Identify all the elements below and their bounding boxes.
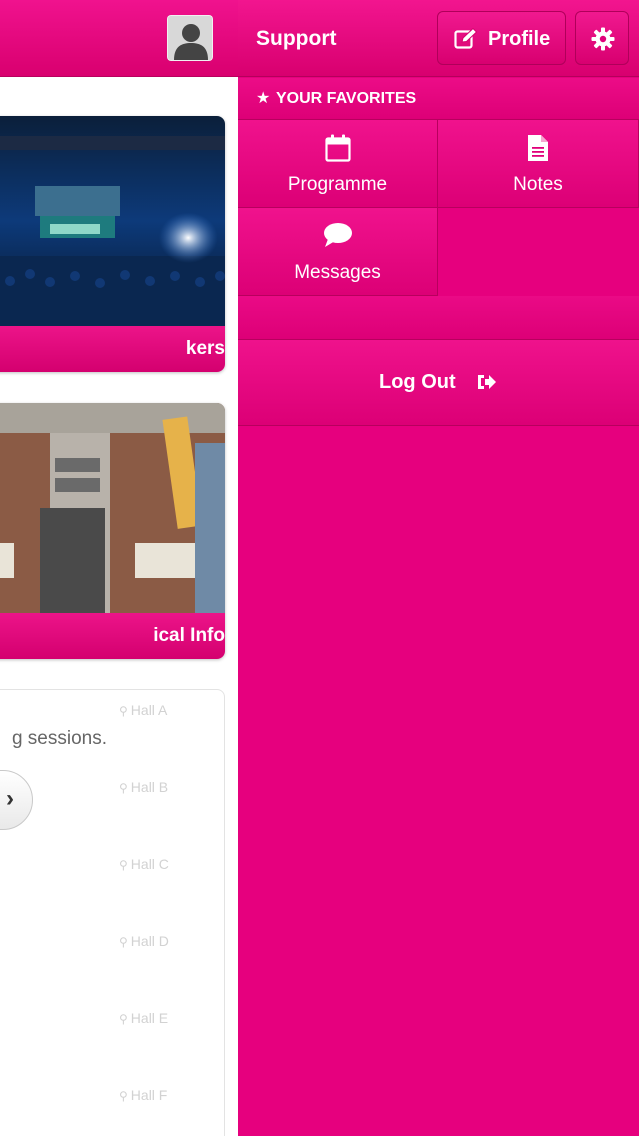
upcoming-sessions-card: g sessions. › ⚲ Hall A ⚲ Hall B ⚲ Hall C ⚲ H…: [0, 689, 225, 1136]
hall-label: ⚲ Hall D: [119, 933, 169, 949]
hall-label: ⚲ Hall E: [119, 1010, 169, 1026]
map-pin-icon: ⚲: [119, 858, 128, 872]
map-pin-icon: ⚲: [119, 935, 128, 949]
favorites-title: YOUR FAVORITES: [276, 90, 417, 107]
chevron-right-icon: ›: [6, 785, 14, 812]
document-icon: [438, 134, 638, 162]
card-label: kers: [185, 338, 225, 359]
logout-button[interactable]: Log Out: [238, 340, 639, 426]
calendar-icon: [238, 134, 437, 162]
user-avatar-button[interactable]: [167, 15, 213, 61]
tile-label: Programme: [287, 174, 388, 195]
user-silhouette-icon: [168, 16, 212, 60]
next-session-button[interactable]: ›: [0, 770, 33, 830]
hall-label: ⚲ Hall B: [119, 779, 169, 795]
map-pin-icon: ⚲: [119, 704, 128, 718]
map-pin-icon: ⚲: [119, 1012, 128, 1026]
tile-label: Notes: [513, 174, 563, 195]
favorites-header: ★ YOUR FAVORITES: [238, 78, 639, 120]
edit-icon: [454, 27, 478, 55]
main-header: [0, 0, 238, 77]
logout-label: Log Out: [379, 371, 456, 393]
menu-title[interactable]: Support: [256, 27, 336, 51]
tile-label: Messages: [294, 262, 381, 283]
main-content-panel: kers ical Info g sessions. › ⚲ Hall A ⚲ …: [0, 0, 238, 1136]
profile-label: Profile: [488, 28, 551, 50]
card-label: ical Info: [153, 625, 225, 646]
building-facade-image: [0, 403, 225, 613]
side-menu: Support Profile ★ YOUR FAVORITES Program…: [238, 0, 639, 1136]
hall-label: ⚲ Hall F: [119, 1087, 168, 1103]
sign-out-icon: [477, 373, 497, 396]
card-label-bar: kers: [0, 326, 225, 372]
map-pin-icon: ⚲: [119, 781, 128, 795]
card-label-bar: ical Info: [0, 613, 225, 659]
map-pin-icon: ⚲: [119, 1089, 128, 1103]
conference-stage-image: [0, 116, 225, 326]
favorite-tile-notes[interactable]: Notes: [438, 120, 639, 208]
menu-header: Support Profile: [238, 0, 639, 77]
star-icon: ★: [256, 90, 271, 107]
sessions-message: g sessions.: [11, 728, 107, 749]
chat-bubble-icon: [238, 222, 437, 250]
hall-label: ⚲ Hall C: [119, 856, 169, 872]
practical-info-card[interactable]: ical Info: [0, 403, 225, 659]
speakers-card[interactable]: kers: [0, 116, 225, 372]
profile-button[interactable]: Profile: [437, 11, 566, 65]
menu-spacer: [238, 296, 639, 340]
favorite-tile-programme[interactable]: Programme: [238, 120, 438, 208]
gear-icon: [591, 27, 615, 51]
settings-button[interactable]: [575, 11, 629, 65]
favorite-tile-messages[interactable]: Messages: [238, 208, 438, 296]
hall-label: ⚲ Hall A: [119, 702, 168, 718]
